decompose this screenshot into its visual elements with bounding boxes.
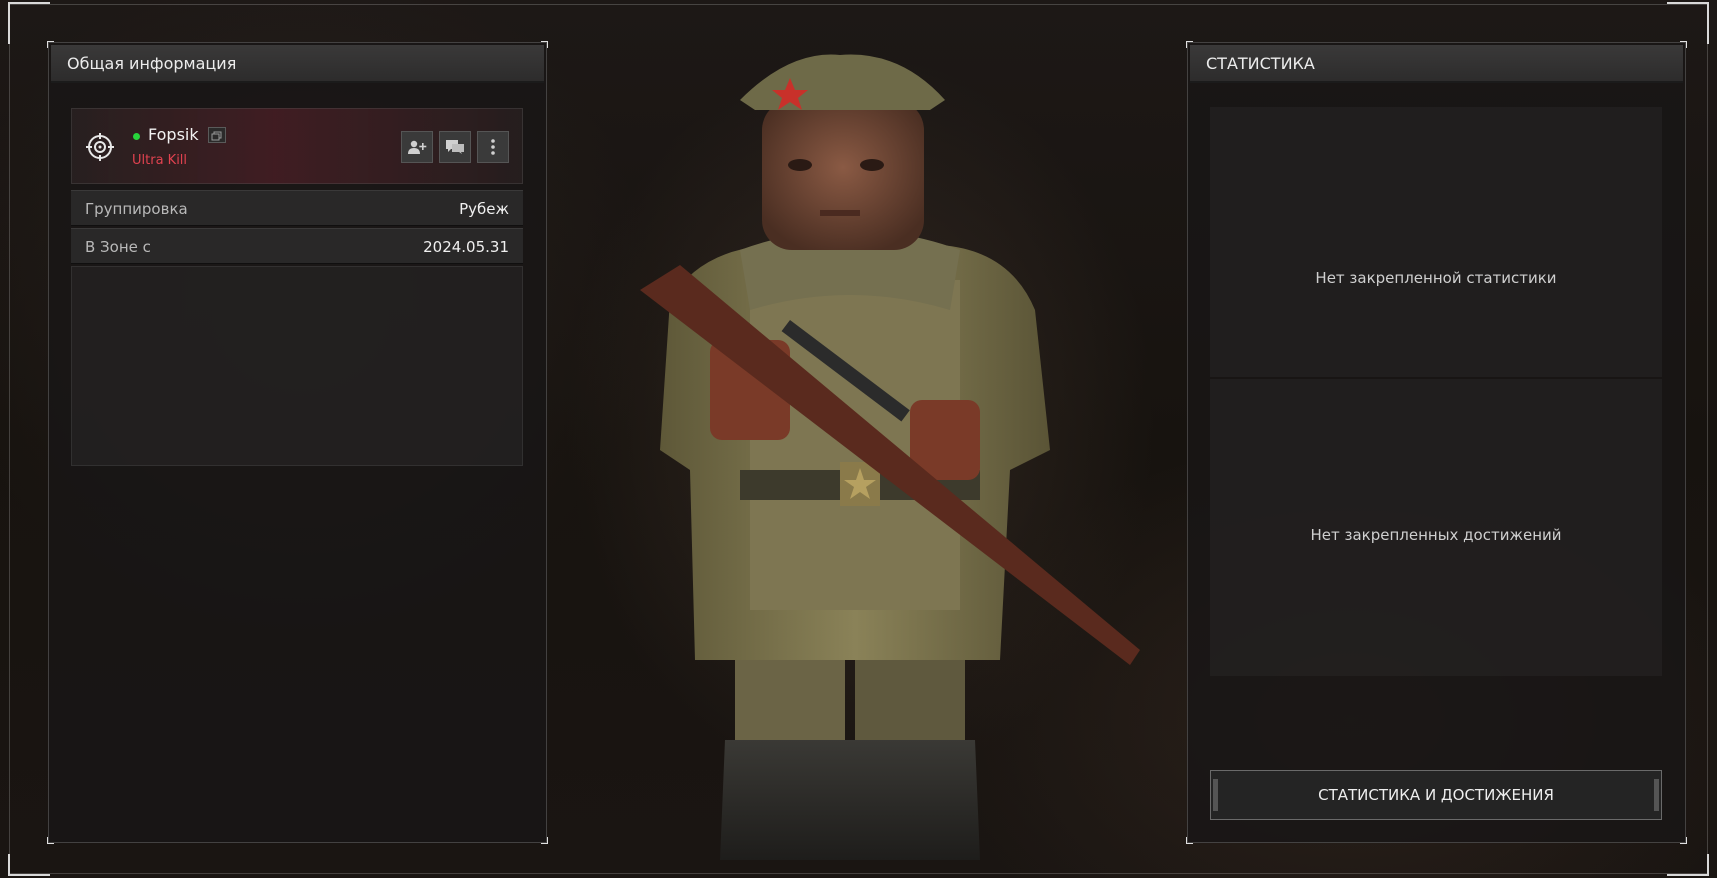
- copy-icon: [211, 131, 222, 141]
- player-name[interactable]: Fopsik: [148, 125, 199, 144]
- player-card: Fopsik Ultra Kill: [71, 108, 523, 184]
- message-icon: [446, 140, 464, 154]
- faction-value: Рубеж: [459, 200, 509, 218]
- info-empty-area: [71, 266, 523, 466]
- add-friend-button[interactable]: [401, 131, 433, 163]
- no-pinned-achievements-text: Нет закрепленных достижений: [1310, 526, 1562, 544]
- frame-corner: [8, 854, 50, 876]
- copy-name-button[interactable]: [208, 127, 226, 143]
- statistics-panel: СТАТИСТИКА Нет закрепленной статистики Н…: [1186, 41, 1687, 844]
- stats-achievements-button[interactable]: СТАТИСТИКА И ДОСТИЖЕНИЯ: [1210, 770, 1662, 820]
- statistics-title: СТАТИСТИКА: [1190, 45, 1683, 83]
- character-model[interactable]: [640, 50, 1240, 878]
- more-options-button[interactable]: [477, 131, 509, 163]
- faction-row: Группировка Рубеж: [71, 190, 523, 226]
- zone-since-value: 2024.05.31: [423, 238, 509, 256]
- message-button[interactable]: [439, 131, 471, 163]
- online-status-indicator: [133, 133, 140, 140]
- zone-since-label: В Зоне с: [85, 238, 151, 256]
- faction-label: Группировка: [85, 200, 188, 218]
- more-vertical-icon: [491, 139, 495, 155]
- frame-corner: [1667, 2, 1709, 44]
- pinned-achievements-area: Нет закрепленных достижений: [1210, 379, 1662, 676]
- pinned-stats-area: Нет закрепленной статистики: [1210, 107, 1662, 377]
- frame-corner: [8, 2, 50, 44]
- add-friend-icon: [408, 140, 427, 154]
- crosshair-emblem-icon: [86, 133, 114, 161]
- player-status: Ultra Kill: [132, 153, 188, 168]
- frame-corner: [1667, 854, 1709, 876]
- stats-achievements-button-label: СТАТИСТИКА И ДОСТИЖЕНИЯ: [1318, 786, 1554, 804]
- no-pinned-stats-text: Нет закрепленной статистики: [1315, 269, 1557, 287]
- profile-screen: Общая информация Fopsik Ultra Kill Групп…: [0, 0, 1717, 878]
- zone-since-row: В Зоне с 2024.05.31: [71, 228, 523, 264]
- general-info-title: Общая информация: [51, 45, 544, 83]
- general-info-panel: Общая информация Fopsik Ultra Kill Групп…: [47, 41, 548, 844]
